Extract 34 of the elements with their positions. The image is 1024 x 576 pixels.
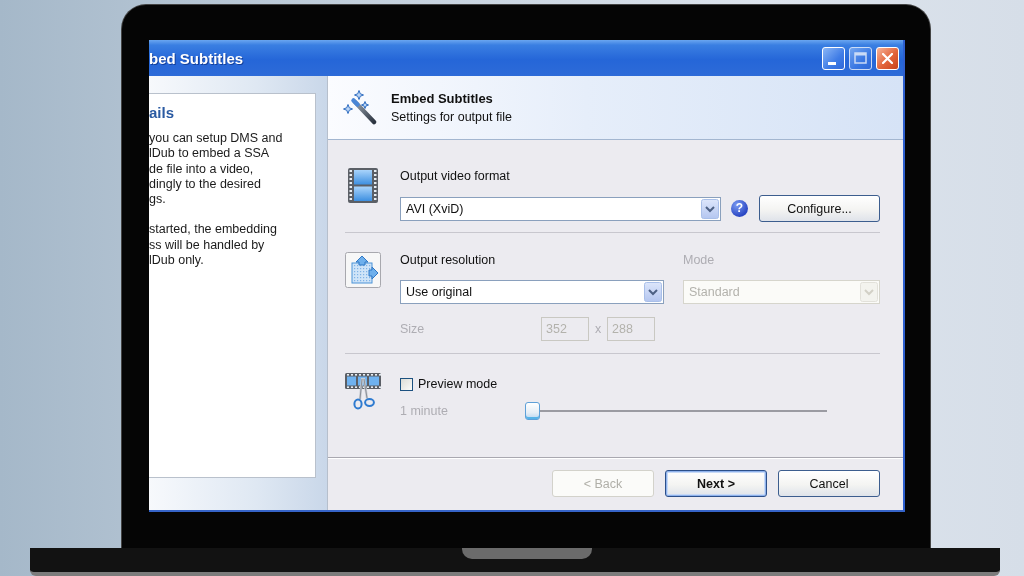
mode-label: Mode <box>683 252 716 268</box>
configure-button[interactable]: Configure... <box>759 195 880 222</box>
details-text: started, the embedding ss will be handled by lDub only. <box>149 222 278 269</box>
chevron-down-icon <box>860 282 878 302</box>
maximize-button[interactable] <box>849 46 872 70</box>
details-heading: ails <box>149 104 176 121</box>
chevron-down-icon <box>701 198 719 219</box>
header-title: Embed Subtitles <box>391 89 494 108</box>
next-button[interactable]: Next > <box>665 470 767 497</box>
preview-checkbox[interactable] <box>400 377 413 391</box>
format-label: Output video format <box>400 168 511 184</box>
help-button[interactable]: ? <box>731 200 748 217</box>
magic-wand-icon <box>343 89 377 126</box>
minimize-button[interactable] <box>822 46 845 70</box>
square-arrows-icon <box>345 252 381 288</box>
chevron-down-icon <box>644 282 662 302</box>
close-button[interactable] <box>876 46 899 70</box>
size-label: Size <box>400 321 426 337</box>
duration-label: 1 minute <box>400 403 449 419</box>
details-text: you can setup DMS and lDub to embed a SSA de file into a video, dingly to the desired gs. <box>149 131 284 208</box>
format-dropdown[interactable]: AVI (XviD) <box>400 196 721 221</box>
film-scissors-icon <box>345 373 381 410</box>
resolution-label: Output resolution <box>400 252 497 268</box>
slider-thumb[interactable] <box>525 402 540 420</box>
header-subtitle: Settings for output file <box>391 108 512 126</box>
preview-mode-label: Preview mode <box>418 376 498 392</box>
size-separator: x <box>593 321 603 337</box>
window-title: bed Subtitles <box>149 49 245 67</box>
close-icon <box>882 52 893 64</box>
resolution-dropdown[interactable]: Use original <box>400 280 664 304</box>
cancel-button[interactable]: Cancel <box>778 470 880 497</box>
minimize-icon <box>828 61 836 65</box>
film-strip-icon <box>348 168 378 203</box>
maximize-icon <box>854 52 867 64</box>
